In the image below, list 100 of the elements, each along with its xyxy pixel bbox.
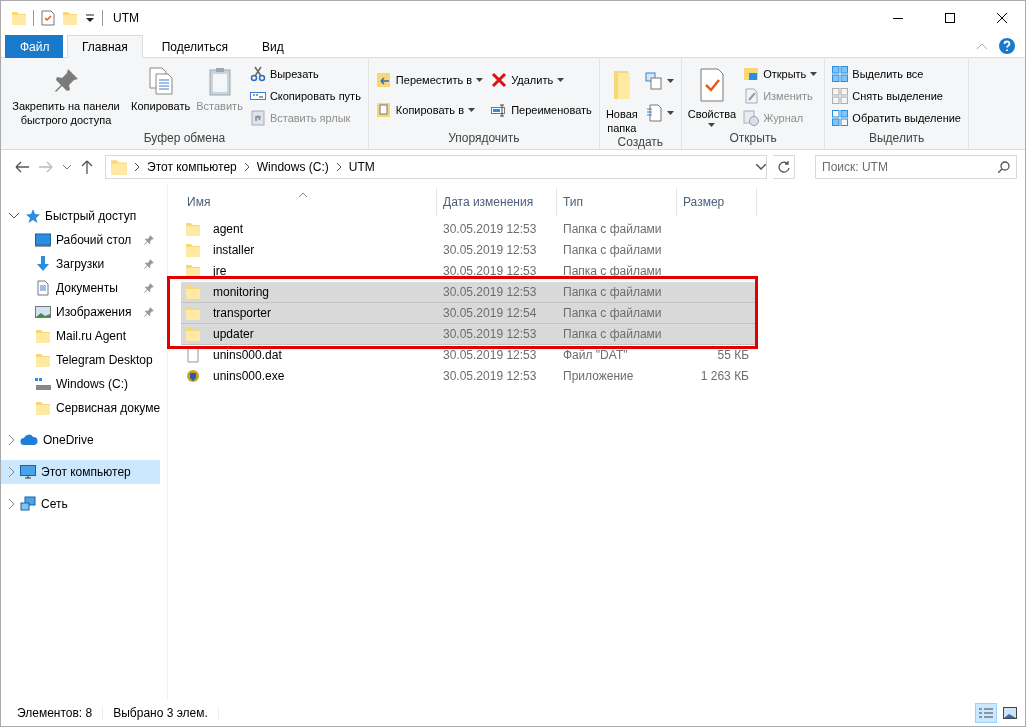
folder-icon bbox=[185, 326, 201, 342]
arrow-left-icon bbox=[15, 161, 29, 173]
group-label: Открыть bbox=[729, 131, 777, 147]
customize-dropdown[interactable] bbox=[84, 12, 96, 24]
window-title: UTM bbox=[113, 11, 140, 25]
ribbon-button[interactable]: Вырезать bbox=[246, 63, 364, 84]
group-label: Выделить bbox=[868, 131, 925, 147]
folder-icon bbox=[185, 242, 201, 258]
breadcrumb[interactable]: UTM bbox=[347, 160, 376, 174]
type-cell-text: Приложение bbox=[562, 369, 635, 383]
search-field[interactable]: Поиск: UTM bbox=[815, 155, 1017, 179]
breadcrumb[interactable]: Этот компьютер bbox=[146, 160, 238, 174]
ribbon-button[interactable]: Снять выделение bbox=[829, 85, 964, 106]
address-bar[interactable]: Этот компьютер Windows (C:) UTM bbox=[105, 155, 767, 179]
chevron-right-icon bbox=[9, 467, 15, 477]
file-row[interactable]: unins000.dat 30.05.2019 12:53 Файл "DAT" 55 КБ bbox=[181, 345, 757, 366]
ribbon-button[interactable]: Переименовать bbox=[488, 99, 595, 121]
sidebar-item[interactable]: Документы bbox=[1, 276, 160, 300]
folder-icon bbox=[185, 305, 201, 321]
caret-icon bbox=[476, 78, 484, 82]
column-header[interactable]: Размер bbox=[677, 188, 757, 216]
sidebar-item[interactable]: Windows (C:) bbox=[1, 372, 160, 396]
file-row[interactable]: agent 30.05.2019 12:53 Папка с файлами bbox=[181, 219, 757, 240]
ribbon-tab[interactable]: Вид bbox=[246, 35, 299, 58]
sidebar-item[interactable]: OneDrive bbox=[1, 428, 160, 452]
sidebar-item[interactable]: Изображения bbox=[1, 300, 160, 324]
maximize-icon bbox=[945, 13, 955, 23]
caret-icon bbox=[557, 78, 565, 82]
file-name: unins000.dat bbox=[212, 348, 283, 362]
back-button[interactable] bbox=[13, 159, 31, 175]
monitor-icon bbox=[20, 464, 36, 480]
ribbon-button[interactable]: Копировать bbox=[129, 61, 193, 131]
ribbon-button[interactable]: Новая папка bbox=[603, 61, 640, 135]
sidebar-item[interactable]: Mail.ru Agent bbox=[1, 324, 160, 348]
type-cell-text: Папка с файлами bbox=[562, 264, 663, 278]
column-header[interactable]: Тип bbox=[557, 188, 677, 216]
ribbon-button[interactable]: Открыть bbox=[740, 63, 821, 84]
grid-icon bbox=[832, 65, 849, 82]
caret-icon bbox=[666, 79, 674, 83]
file-name: unins000.exe bbox=[212, 369, 286, 383]
search-icon bbox=[998, 161, 1010, 173]
date-cell-text: 30.05.2019 12:53 bbox=[442, 285, 538, 299]
group-label: Упорядочить bbox=[448, 131, 520, 147]
file-row[interactable]: transporter 30.05.2019 12:54 Папка с файлами bbox=[181, 303, 757, 324]
sidebar-item[interactable]: Этот компьютер bbox=[1, 460, 160, 484]
sidebar-item[interactable]: Рабочий стол bbox=[1, 228, 160, 252]
file-row[interactable]: installer 30.05.2019 12:53 Папка с файлами bbox=[181, 240, 757, 261]
caret-icon bbox=[666, 111, 674, 115]
column-header[interactable]: Дата изменения bbox=[437, 188, 557, 216]
close-icon bbox=[997, 13, 1007, 23]
selection-count: Выбрано 3 элем. bbox=[113, 706, 219, 720]
sort-up-icon bbox=[299, 192, 307, 197]
ribbon-button[interactable]: Обратить выделение bbox=[829, 107, 964, 128]
pin-icon bbox=[144, 235, 154, 245]
drive-icon bbox=[35, 376, 51, 392]
ribbon-button[interactable]: Скопировать путь bbox=[246, 85, 364, 106]
sidebar-item[interactable]: Telegram Desktop bbox=[1, 348, 160, 372]
date-cell-text: 30.05.2019 12:53 bbox=[442, 222, 538, 236]
ribbon-tab[interactable]: Главная bbox=[67, 35, 143, 58]
recent-button[interactable] bbox=[61, 162, 73, 172]
history-icon bbox=[743, 109, 760, 126]
new-item-icon bbox=[644, 72, 663, 90]
file-row[interactable]: unins000.exe 30.05.2019 12:53 Приложение 1 263 КБ bbox=[181, 366, 757, 387]
help-button[interactable] bbox=[997, 35, 1017, 56]
ribbon-button[interactable]: Копировать в bbox=[372, 99, 487, 121]
ribbon-tab[interactable]: Поделиться bbox=[146, 35, 243, 58]
type-cell-text: Файл "DAT" bbox=[562, 348, 629, 362]
ribbon-button[interactable]: Удалить bbox=[488, 69, 595, 91]
refresh-icon bbox=[777, 161, 790, 173]
ribbon-button[interactable]: Выделить все bbox=[829, 63, 964, 84]
ribbon-tab[interactable]: Файл bbox=[5, 35, 63, 58]
sidebar-item[interactable]: Сервисная докуме bbox=[1, 396, 160, 420]
file-icon bbox=[185, 347, 201, 363]
file-name: updater bbox=[212, 327, 255, 341]
breadcrumb[interactable]: Windows (C:) bbox=[255, 160, 330, 174]
sidebar-item[interactable]: Быстрый доступ bbox=[1, 204, 160, 228]
sidebar-item[interactable]: Сеть bbox=[1, 492, 160, 516]
ribbon-button[interactable]: Закрепить на панели быстрого доступа bbox=[5, 61, 127, 131]
up-button[interactable] bbox=[79, 158, 95, 176]
date-cell-text: 30.05.2019 12:53 bbox=[442, 369, 538, 383]
size-cell-text: 1 263 КБ bbox=[699, 369, 750, 383]
arrow-up-icon bbox=[81, 160, 93, 174]
network-icon bbox=[20, 496, 36, 512]
rename-icon bbox=[491, 102, 508, 118]
ribbon-button[interactable]: Переместить в bbox=[372, 69, 487, 91]
group-label: Создать bbox=[617, 135, 664, 149]
pin-icon bbox=[144, 259, 154, 269]
refresh-button[interactable] bbox=[773, 155, 795, 179]
help-icon bbox=[999, 37, 1015, 54]
date-cell-text: 30.05.2019 12:53 bbox=[442, 264, 538, 278]
file-row[interactable]: monitoring 30.05.2019 12:53 Папка с файлами bbox=[181, 282, 757, 303]
ribbon-button[interactable]: Свойства bbox=[685, 61, 739, 131]
file-row[interactable]: updater 30.05.2019 12:53 Папка с файлами bbox=[181, 324, 757, 345]
chevron-down-icon bbox=[63, 164, 71, 170]
file-name: agent bbox=[212, 222, 245, 236]
column-header[interactable]: Имя bbox=[181, 188, 437, 216]
picture-icon bbox=[35, 304, 51, 320]
folder-icon bbox=[35, 352, 51, 368]
date-cell-text: 30.05.2019 12:53 bbox=[442, 243, 538, 257]
sidebar-item[interactable]: Загрузки bbox=[1, 252, 160, 276]
